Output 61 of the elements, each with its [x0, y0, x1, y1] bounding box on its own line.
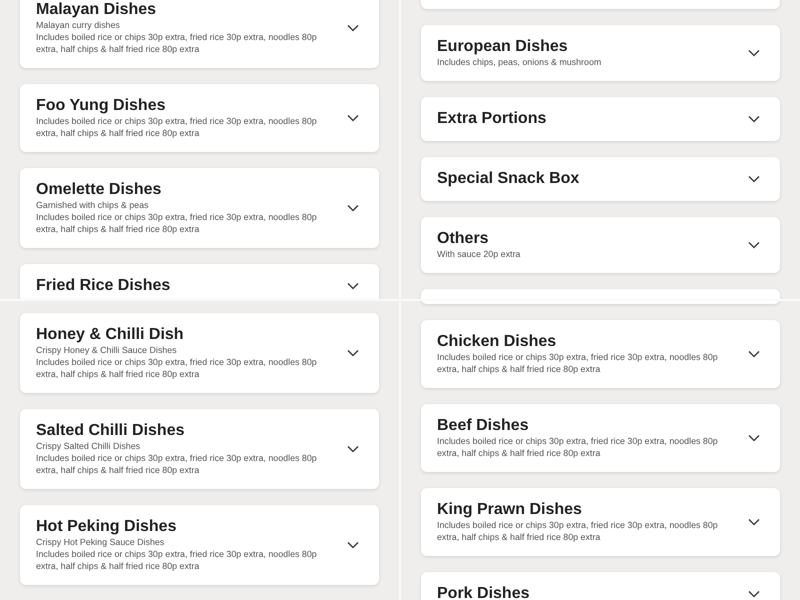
category-title: European Dishes: [437, 38, 569, 56]
category-card[interactable]: European Dishes Includes chips, peas, onions & mushroom: [421, 25, 780, 81]
category-title: Foo Yung Dishes: [36, 97, 166, 115]
category-description: With sauce 20p extra: [437, 248, 522, 260]
chevron-down-icon: [748, 518, 760, 526]
category-card[interactable]: Foo Yung Dishes Includes boiled rice or chips 30p extra, fried rice 30p extra, noodles 80p extra, half chips & half fried rice 80p extra: [20, 84, 379, 152]
chevron-down-icon: [347, 204, 359, 212]
chevron-down-icon: [347, 349, 359, 357]
category-card[interactable]: Malayan Dishes Malayan curry dishes Includes boiled rice or chips 30p extra, fried rice 30p extra, noodles 80p extra, half chips & half fried rice 80p extra: [20, 0, 379, 68]
category-title: Beef Dishes: [437, 417, 530, 435]
chevron-down-icon: [347, 445, 359, 453]
category-description: Crispy Honey & Chilli Sauce Dishes: [36, 344, 178, 356]
category-description: Includes boiled rice or chips 30p extra, fried rice 30p extra, noodles 80p extra, half chips & half fried rice 80p extra: [437, 435, 719, 459]
category-description: Malayan curry dishes: [36, 19, 121, 31]
category-title: Honey & Chilli Dish: [36, 326, 185, 344]
category-title: Hot Peking Dishes: [36, 518, 178, 536]
category-description: Includes boiled rice or chips 30p extra, fried rice 30p extra, noodles 80p extra, half chips & half fried rice 80p extra: [36, 115, 318, 139]
category-description: Includes boiled rice or chips 30p extra, fried rice 30p extra, noodles 80p extra, half chips & half fried rice 80p extra: [437, 519, 719, 543]
category-card[interactable]: Hot Peking Dishes Crispy Hot Peking Sauce Dishes Includes boiled rice or chips 30p extra, fried rice 30p extra, noodles 80p extra, half chips & half fried rice 80p extra: [20, 505, 379, 585]
category-card[interactable]: King Prawn Dishes Includes boiled rice or chips 30p extra, fried rice 30p extra, noodles 80p extra, half chips & half fried rice 80p extra: [421, 488, 780, 556]
category-card[interactable]: Omelette Dishes Garnished with chips & peas Includes boiled rice or chips 30p extra, fried rice 30p extra, noodles 80p extra, half chips & half fried rice 80p extra: [20, 168, 379, 248]
category-card[interactable]: Fried Rice Dishes: [20, 264, 379, 299]
category-description: Includes boiled rice or chips 30p extra, fried rice 30p extra, noodles 80p extra, half chips & half fried rice 80p extra: [36, 452, 318, 476]
category-card[interactable]: Salted Chilli Dishes Crispy Salted Chilli Dishes Includes boiled rice or chips 30p extra, fried rice 30p extra, noodles 80p extra, half chips & half fried rice 80p extra: [20, 409, 379, 489]
category-card[interactable]: Pork Dishes: [421, 572, 780, 600]
chevron-down-icon: [347, 24, 359, 32]
category-title: King Prawn Dishes: [437, 501, 583, 519]
category-card[interactable]: Honey & Chilli Dish Crispy Honey & Chilli Sauce Dishes Includes boiled rice or chips 30p extra, fried rice 30p extra, noodles 80p extra, half chips & half fried rice 80p extra: [20, 313, 379, 393]
category-title: Extra Portions: [437, 110, 548, 128]
category-title: Malayan Dishes: [36, 1, 158, 19]
chevron-down-icon: [748, 175, 760, 183]
category-card[interactable]: Beef Dishes Includes boiled rice or chips 30p extra, fried rice 30p extra, noodles 80p extra, half chips & half fried rice 80p extra: [421, 404, 780, 472]
category-description: Includes boiled rice or chips 30p extra, fried rice 30p extra, noodles 80p extra, half chips & half fried rice 80p extra: [36, 356, 318, 380]
category-description: Includes boiled rice or chips 30p extra, fried rice 30p extra, noodles 80p extra, half chips & half fried rice 80p extra: [36, 211, 318, 235]
chevron-down-icon: [347, 541, 359, 549]
category-card[interactable]: Chicken Dishes Includes boiled rice or chips 30p extra, fried rice 30p extra, noodles 80p extra, half chips & half fried rice 80p extra: [421, 320, 780, 388]
category-title: Salted Chilli Dishes: [36, 422, 186, 440]
category-title: Pork Dishes: [437, 585, 530, 600]
category-title: Fried Rice Dishes: [36, 277, 172, 295]
category-title: Others: [437, 230, 490, 248]
chevron-down-icon: [748, 115, 760, 123]
category-description: Includes boiled rice or chips 30p extra, fried rice 30p extra, noodles 80p extra, half chips & half fried rice 80p extra: [36, 548, 318, 572]
chevron-down-icon: [347, 114, 359, 122]
category-description: Garnished with chips & peas: [36, 199, 150, 211]
category-description: Includes boiled rice or chips 30p extra, fried rice 30p extra, noodles 80p extra, half chips & half fried rice 80p extra: [36, 31, 318, 55]
chevron-down-icon: [347, 282, 359, 290]
category-title: Omelette Dishes: [36, 181, 162, 199]
category-title: Chicken Dishes: [437, 333, 558, 351]
chevron-down-icon: [748, 590, 760, 598]
category-card[interactable]: Special Snack Box: [421, 157, 780, 201]
chevron-down-icon: [748, 49, 760, 57]
category-card[interactable]: Others With sauce 20p extra: [421, 217, 780, 273]
category-title: Special Snack Box: [437, 170, 580, 188]
chevron-down-icon: [748, 350, 760, 358]
category-card[interactable]: Extra Portions: [421, 97, 780, 141]
chevron-down-icon: [748, 434, 760, 442]
category-description: Includes boiled rice or chips 30p extra, fried rice 30p extra, noodles 80p extra, half chips & half fried rice 80p extra: [437, 351, 719, 375]
category-description: Crispy Salted Chilli Dishes: [36, 440, 142, 452]
chevron-down-icon: [748, 241, 760, 249]
category-description: Includes chips, peas, onions & mushroom: [437, 56, 602, 68]
category-description: Crispy Hot Peking Sauce Dishes: [36, 536, 166, 548]
